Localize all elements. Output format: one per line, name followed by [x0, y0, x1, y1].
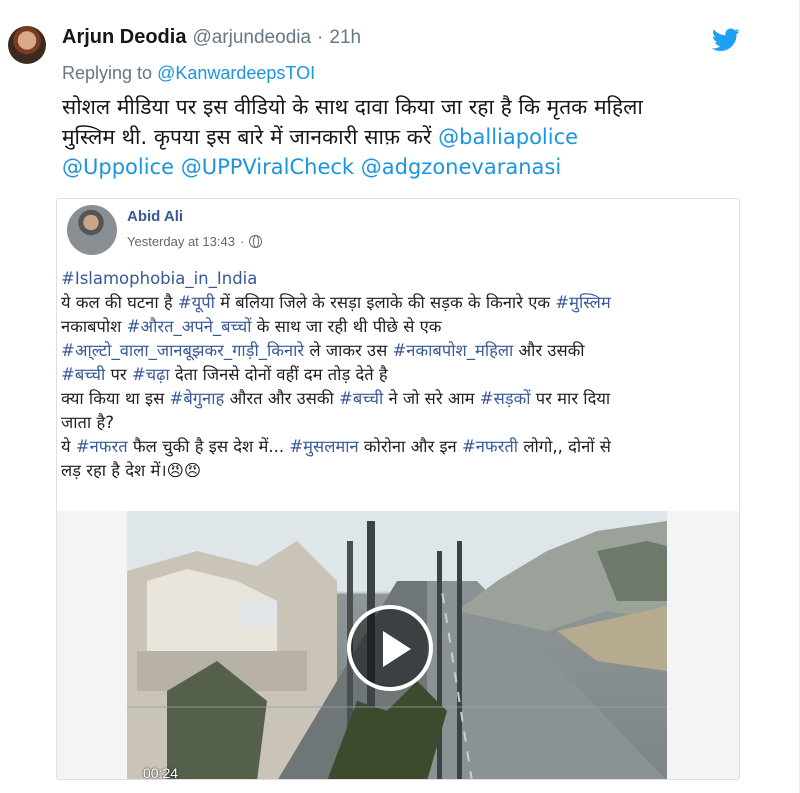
hashtag-link[interactable]: #मुसलमान: [289, 437, 358, 456]
separator: ·: [317, 27, 324, 48]
post-text-span: पर मार दिया: [530, 389, 611, 408]
post-text-span: और उसकी: [513, 341, 585, 360]
mention-link[interactable]: @balliapolice: [438, 125, 578, 149]
hashtag-link[interactable]: #बच्ची: [61, 365, 105, 384]
tweet-text-line: सोशल मीडिया पर इस वीडियो के साथ दावा किय…: [62, 95, 643, 119]
post-text-span: ने जो सरे आम: [383, 389, 480, 408]
tweet-text-line: @Uppolice @UPPViralCheck @adgzonevaranas…: [62, 152, 752, 182]
post-text-span: में बलिया जिले के रसड़ा इलाके की सड़क के…: [214, 293, 556, 312]
author-handle[interactable]: @arjundeodia: [192, 27, 311, 49]
post-text-span: के साथ जा रही थी पीछे से एक: [251, 317, 442, 336]
post-text-span: नकाबपोश: [61, 317, 127, 336]
post-author-avatar[interactable]: [67, 205, 117, 255]
video-player[interactable]: 00:24: [57, 511, 739, 780]
post-text-span: ले जाकर उस: [304, 341, 393, 360]
mention-link[interactable]: @UPPViralCheck: [181, 155, 354, 179]
mention-link[interactable]: @Uppolice: [62, 155, 174, 179]
hashtag-link[interactable]: #औरत_अपने_बच्चों: [127, 317, 252, 336]
post-text: #Islamophobia_in_India ये कल की घटना है …: [61, 267, 729, 483]
hashtag-link[interactable]: #सड़कों: [480, 389, 531, 408]
hashtag-link[interactable]: #बेगुनाह: [170, 389, 225, 408]
video-duration: 00:24: [143, 765, 179, 780]
post-text-span: लोगो,, दोनों से: [518, 437, 611, 456]
hashtag-link[interactable]: #आ्ल्टो_वाला_जानबूझकर_गाड़ी_किनारे: [61, 341, 304, 360]
replying-to: Replying to @KanwardeepsTOI: [62, 63, 315, 84]
post-text-span: फैल चुकी है इस देश में...: [127, 437, 290, 456]
post-meta: Yesterday at 13:43 ·: [127, 234, 263, 249]
hashtag-link[interactable]: #नकाबपोश_महिला: [392, 341, 513, 360]
post-text-span: लड़ रहा है देश में।: [61, 461, 167, 480]
hashtag-link[interactable]: #बच्ची: [339, 389, 383, 408]
twitter-bird-icon: [712, 28, 740, 51]
play-icon[interactable]: [347, 605, 433, 691]
replying-handle[interactable]: @KanwardeepsTOI: [157, 63, 315, 83]
timestamp[interactable]: 21h: [329, 27, 361, 49]
hashtag-link[interactable]: #Islamophobia_in_India: [61, 269, 257, 288]
replying-prefix: Replying to: [62, 63, 153, 83]
post-timestamp[interactable]: Yesterday at 13:43: [127, 234, 235, 249]
tweet[interactable]: Arjun Deodia @arjundeodia · 21h Replying…: [0, 0, 800, 793]
hashtag-link[interactable]: #यूपी: [178, 293, 215, 312]
post-text-span: कोरोना और इन: [358, 437, 462, 456]
embedded-facebook-post[interactable]: Abid Ali Yesterday at 13:43 · #Islamopho…: [56, 198, 740, 780]
post-text-span: ये: [61, 437, 76, 456]
post-author-name[interactable]: Abid Ali: [127, 208, 183, 225]
tweet-text-line: मुस्लिम थी. कृपया इस बारे में जानकारी सा…: [62, 122, 752, 152]
avatar[interactable]: [8, 26, 46, 64]
hashtag-link[interactable]: #मुस्लिम: [555, 293, 610, 312]
author-name[interactable]: Arjun Deodia: [62, 26, 186, 49]
tweet-text: सोशल मीडिया पर इस वीडियो के साथ दावा किय…: [62, 92, 752, 182]
post-text-span: पर: [105, 365, 132, 384]
post-text-span: जाता है?: [61, 413, 114, 432]
post-text-span: क्या किया था इस: [61, 389, 170, 408]
hashtag-link[interactable]: #नफरत: [76, 437, 128, 456]
globe-icon: [249, 235, 263, 248]
tweet-text-plain: मुस्लिम थी. कृपया इस बारे में जानकारी सा…: [62, 125, 432, 149]
separator: ·: [239, 234, 245, 249]
mention-link[interactable]: @adgzonevaranasi: [361, 155, 561, 179]
hashtag-link[interactable]: #चढ़ा: [132, 365, 170, 384]
post-text-span: देता जिनसे दोनों वहीं दम तोड़ देते है: [169, 365, 388, 384]
emoji: 😠😠: [166, 461, 202, 480]
post-text-span: ये कल की घटना है: [61, 293, 178, 312]
hashtag-link[interactable]: #नफरती: [462, 437, 518, 456]
tweet-header: Arjun Deodia @arjundeodia · 21h: [62, 26, 361, 50]
post-text-span: औरत और उसकी: [224, 389, 340, 408]
